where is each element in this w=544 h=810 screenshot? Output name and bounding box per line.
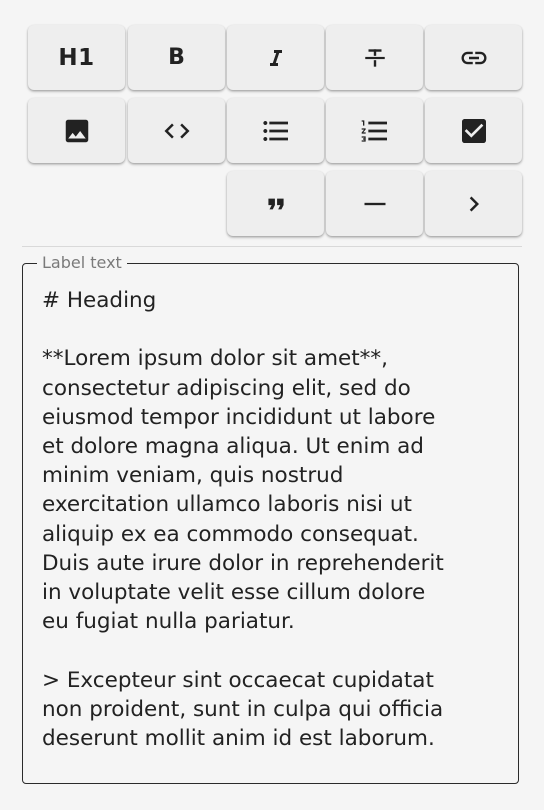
image-button[interactable]	[28, 98, 125, 163]
chevron-right-icon	[469, 196, 479, 211]
checklist-button[interactable]	[425, 98, 522, 163]
link-icon	[461, 51, 486, 64]
bulleted-list-button[interactable]	[227, 98, 324, 163]
field-label: Label text	[37, 254, 127, 272]
horizontal-rule-button[interactable]	[326, 171, 423, 236]
markdown-editor: H1 B Label text # Heading **Lorem ipsum …	[0, 0, 544, 810]
quote-button[interactable]	[227, 171, 324, 236]
heading-button[interactable]: H1	[28, 25, 125, 90]
italic-icon	[269, 49, 282, 66]
bold-button[interactable]: B	[128, 25, 225, 90]
horizontal-rule-icon	[364, 202, 385, 205]
quote-icon	[267, 198, 284, 209]
toolbar-divider	[22, 246, 522, 247]
strikethrough-icon	[364, 48, 385, 67]
bulleted-list-icon	[262, 120, 288, 141]
heading-icon: H1	[58, 44, 95, 71]
markdown-text-field[interactable]: Label text # Heading **Lorem ipsum dolor…	[22, 254, 519, 784]
markdown-text-content[interactable]: # Heading **Lorem ipsum dolor sit amet**…	[42, 286, 512, 753]
bold-icon: B	[168, 45, 185, 70]
formatting-toolbar: H1 B	[28, 25, 525, 239]
checkbox-icon	[461, 118, 486, 143]
more-button[interactable]	[425, 171, 522, 236]
numbered-list-button[interactable]	[326, 98, 423, 163]
link-button[interactable]	[425, 25, 522, 90]
strikethrough-button[interactable]	[326, 25, 423, 90]
numbered-list-icon	[361, 119, 387, 142]
code-icon	[164, 123, 189, 138]
italic-button[interactable]	[227, 25, 324, 90]
image-icon	[65, 119, 88, 142]
code-button[interactable]	[128, 98, 225, 163]
